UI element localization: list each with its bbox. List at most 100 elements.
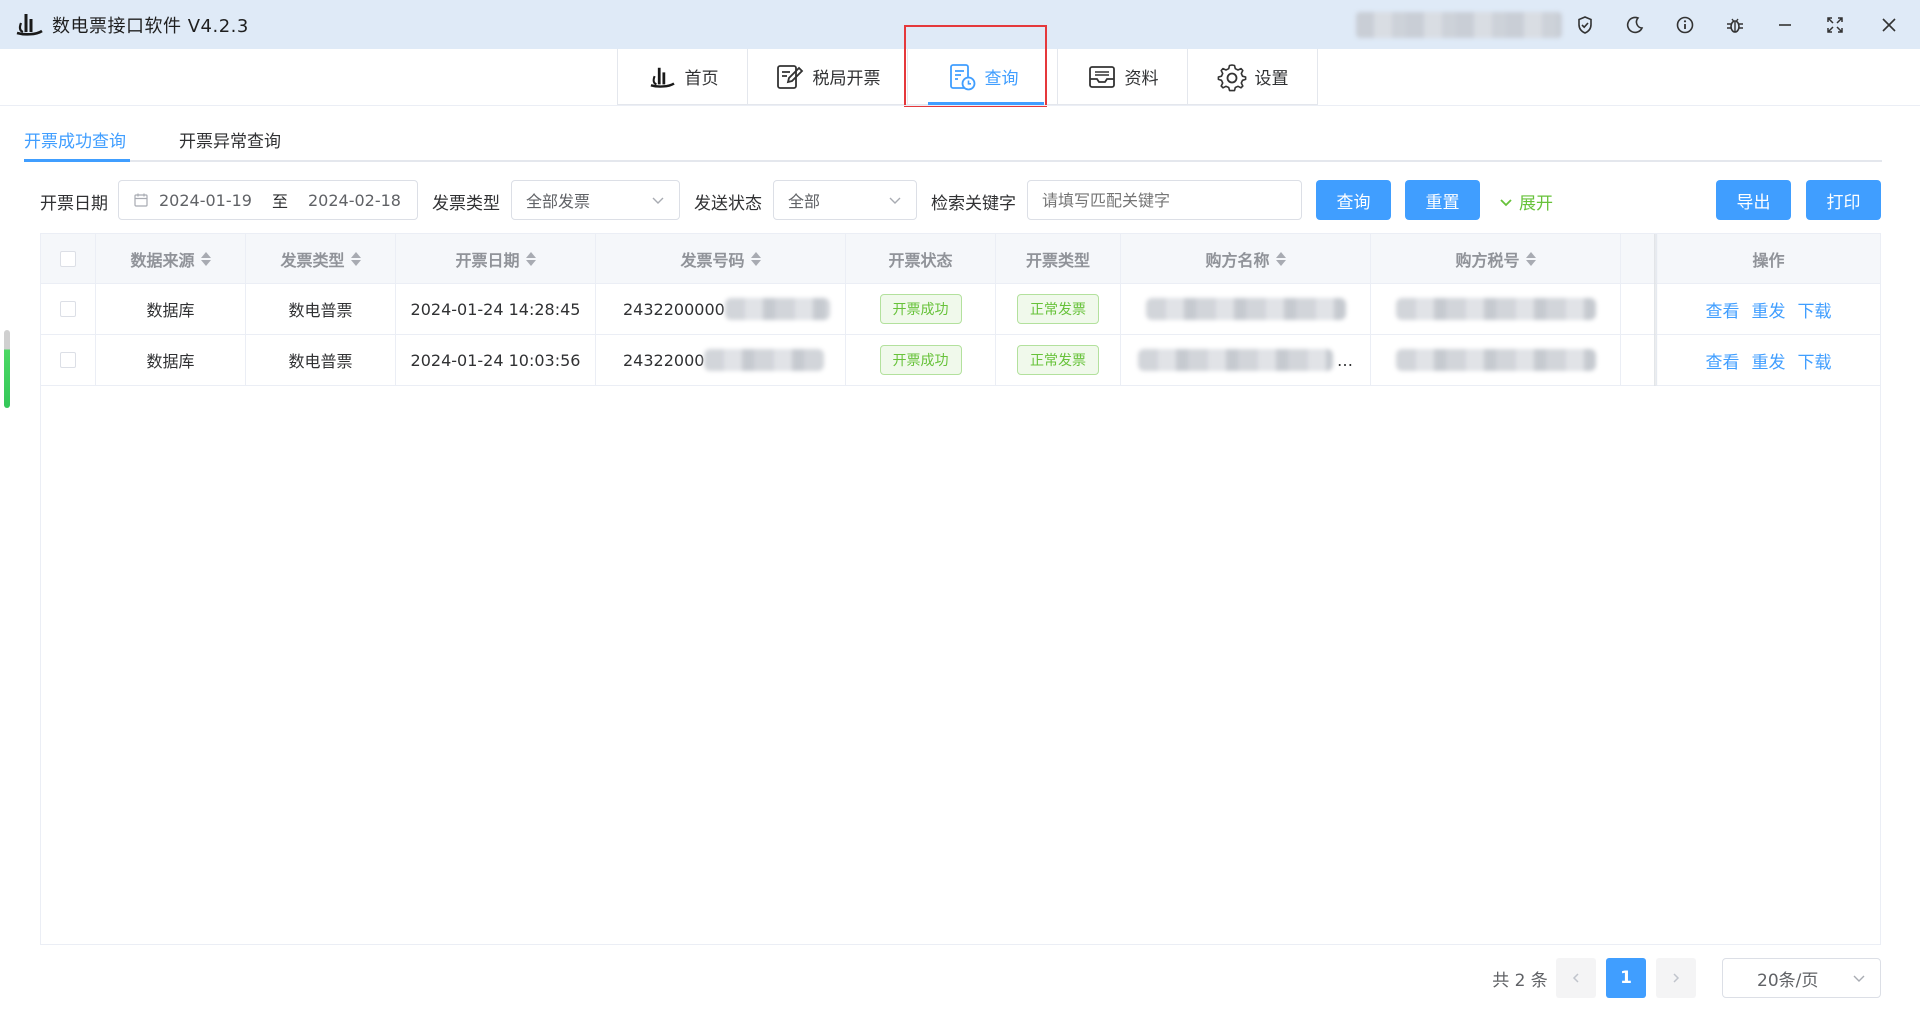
header-buyer-tax[interactable]: 购方税号 (1371, 234, 1621, 283)
table-header: 数据来源 发票类型 开票日期 发票号码 开票状态 开票类型 购方名称 购方税号 … (41, 234, 1880, 284)
chevron-down-icon (889, 197, 901, 204)
chevron-down-icon (652, 197, 664, 204)
chevron-down-icon (1500, 198, 1512, 206)
next-page-button[interactable] (1656, 958, 1696, 998)
redacted-buyer-name (1145, 298, 1346, 320)
download-link[interactable]: 下载 (1798, 348, 1832, 373)
row-checkbox-cell (41, 284, 96, 334)
nav-label-data: 资料 (1124, 69, 1159, 89)
tab-success-query[interactable]: 开票成功查询 (24, 127, 126, 152)
cell-hidden-column (1621, 335, 1657, 385)
cell-type: 数电普票 (246, 284, 396, 334)
date-start: 2024-01-19 (159, 190, 252, 210)
close-icon[interactable] (1876, 12, 1902, 38)
chevron-right-icon (1673, 973, 1680, 983)
edit-invoice-icon (776, 64, 803, 89)
redacted-number (704, 349, 825, 371)
header-number-label: 发票号码 (680, 250, 745, 270)
query-doc-icon (949, 63, 975, 90)
info-icon[interactable] (1672, 12, 1698, 38)
cell-buyer-name (1121, 284, 1371, 334)
nav-item-home[interactable]: 首页 (618, 49, 748, 104)
send-status-select[interactable]: 全部 (773, 180, 917, 220)
header-kind: 开票类型 (996, 234, 1121, 283)
header-type[interactable]: 发票类型 (246, 234, 396, 283)
reset-button[interactable]: 重置 (1405, 180, 1480, 220)
date-label: 开票日期 (40, 194, 108, 214)
header-hidden-column (1621, 234, 1657, 283)
moon-icon[interactable] (1622, 12, 1648, 38)
date-separator: 至 (271, 192, 288, 211)
page-size-select[interactable]: 20条/页 (1722, 958, 1881, 998)
view-link[interactable]: 查看 (1706, 348, 1740, 373)
cell-buyer-name: … (1121, 335, 1371, 385)
cell-buyer-tax (1371, 335, 1621, 385)
invoice-type-value: 全部发票 (526, 192, 591, 211)
nav-label-tax-invoice: 税局开票 (812, 69, 881, 89)
table-row[interactable]: 数据库 数电普票 2024-01-24 14:28:45 2432200000 … (41, 284, 1880, 335)
query-subtabs: 开票成功查询 开票异常查询 (24, 124, 1882, 162)
fullscreen-icon[interactable] (1822, 12, 1848, 38)
invoice-type-label: 发票类型 (432, 194, 500, 214)
app-title: 数电票接口软件 V4.2.3 (52, 16, 249, 37)
invoice-table: 数据来源 发票类型 开票日期 发票号码 开票状态 开票类型 购方名称 购方税号 … (40, 233, 1881, 945)
table-row[interactable]: 数据库 数电普票 2024-01-24 10:03:56 24322000 开票… (41, 335, 1880, 386)
download-link[interactable]: 下载 (1798, 297, 1832, 322)
cell-type: 数电普票 (246, 335, 396, 385)
app-logo-icon (16, 14, 43, 36)
select-all-checkbox[interactable] (60, 250, 76, 267)
nav-item-data[interactable]: 资料 (1058, 49, 1188, 104)
sort-icon (200, 251, 211, 267)
page-number-current[interactable]: 1 (1606, 958, 1646, 998)
header-buyer-name[interactable]: 购方名称 (1121, 234, 1371, 283)
invoice-type-select[interactable]: 全部发票 (511, 180, 680, 220)
prev-page-button[interactable] (1556, 958, 1596, 998)
cell-number: 2432200000 (596, 284, 846, 334)
title-bar: 数电票接口软件 V4.2.3 (0, 0, 1920, 49)
print-button[interactable]: 打印 (1806, 180, 1881, 220)
header-checkbox-cell (41, 234, 96, 283)
row-checkbox-cell (41, 335, 96, 385)
logo-icon (650, 67, 675, 88)
row-checkbox[interactable] (60, 352, 76, 368)
keyword-label: 检索关键字 (931, 194, 1016, 214)
row-checkbox[interactable] (60, 301, 76, 317)
nav-label-home: 首页 (684, 69, 719, 89)
bug-icon[interactable] (1722, 12, 1748, 38)
sort-icon (1275, 251, 1286, 267)
chevron-left-icon (1572, 973, 1579, 983)
keyword-input[interactable] (1027, 180, 1302, 220)
shield-check-icon[interactable] (1572, 12, 1598, 38)
resend-link[interactable]: 重发 (1752, 348, 1786, 373)
header-type-label: 发票类型 (280, 250, 345, 270)
cell-actions: 查看 重发 下载 (1657, 335, 1880, 385)
send-status-label: 发送状态 (694, 194, 762, 214)
send-status-value: 全部 (788, 192, 821, 211)
date-range-picker[interactable]: 2024-01-19 至 2024-02-18 (118, 180, 418, 220)
header-date[interactable]: 开票日期 (396, 234, 596, 283)
invoice-number-prefix: 24322000 (623, 350, 705, 370)
status-badge: 开票成功 (879, 294, 962, 324)
header-buyer-tax-label: 购方税号 (1455, 250, 1520, 270)
view-link[interactable]: 查看 (1706, 297, 1740, 322)
minimize-icon[interactable] (1772, 12, 1798, 38)
nav-item-query[interactable]: 查询 (908, 49, 1058, 104)
redacted-number (724, 298, 830, 320)
expand-link[interactable]: 展开 (1499, 189, 1553, 214)
redacted-buyer-tax (1395, 349, 1596, 371)
cell-kind: 正常发票 (996, 335, 1121, 385)
cell-date: 2024-01-24 10:03:56 (396, 335, 596, 385)
resend-link[interactable]: 重发 (1752, 297, 1786, 322)
cell-date: 2024-01-24 14:28:45 (396, 284, 596, 334)
nav-item-tax-invoice[interactable]: 税局开票 (748, 49, 908, 104)
kind-badge: 正常发票 (1017, 294, 1099, 324)
query-button[interactable]: 查询 (1316, 180, 1391, 220)
nav-item-settings[interactable]: 设置 (1188, 49, 1318, 104)
cell-kind: 正常发票 (996, 284, 1121, 334)
chevron-down-icon (1853, 975, 1865, 982)
header-source[interactable]: 数据来源 (96, 234, 246, 283)
main-nav: 首页 税局开票 查询 资料 设置 (617, 49, 1318, 105)
tab-abnormal-query[interactable]: 开票异常查询 (179, 127, 281, 152)
header-number[interactable]: 发票号码 (596, 234, 846, 283)
export-button[interactable]: 导出 (1716, 180, 1791, 220)
